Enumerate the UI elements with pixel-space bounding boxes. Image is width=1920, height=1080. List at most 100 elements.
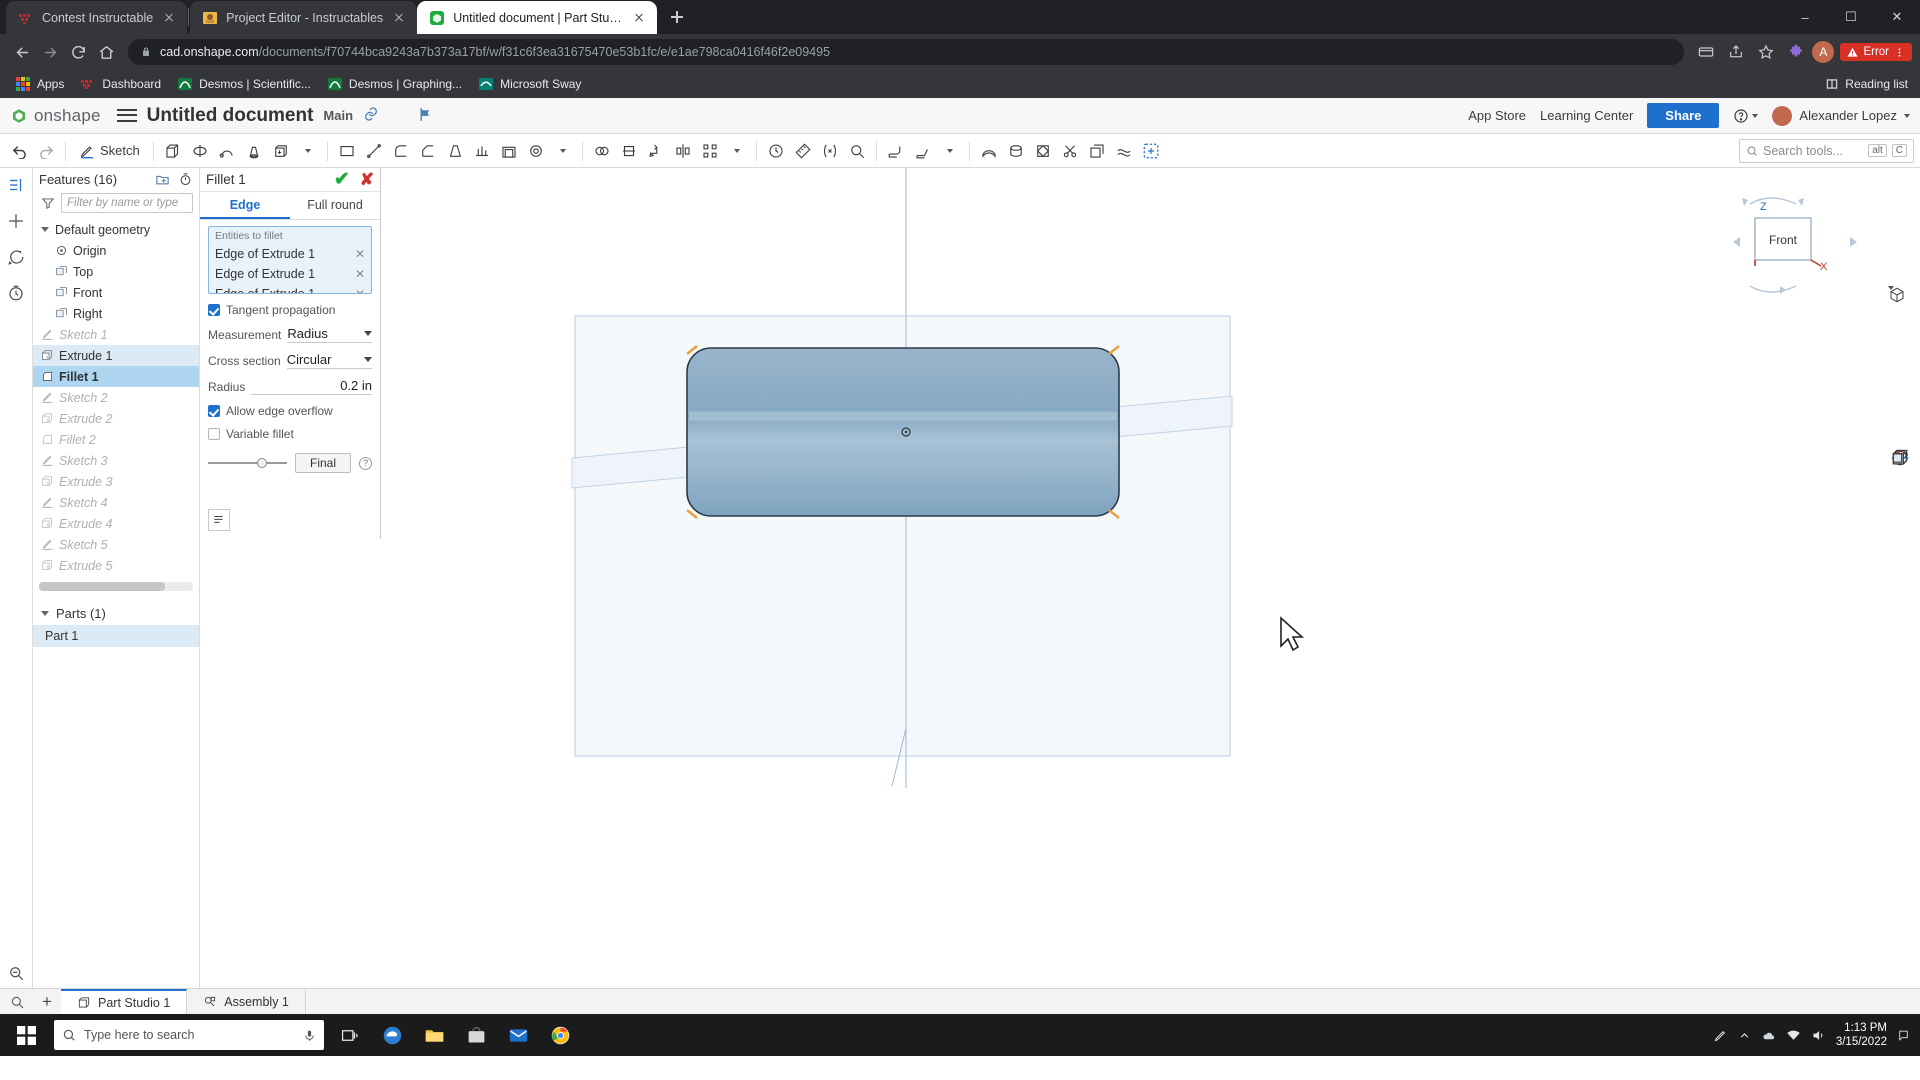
tree-item-sketch-4[interactable]: Sketch 4 — [33, 492, 199, 513]
address-bar[interactable]: cad.onshape.com/documents/f70744bca9243a… — [128, 39, 1685, 65]
preview-slider[interactable] — [208, 458, 287, 468]
bookmark-desmos-scientific[interactable]: Desmos | Scientific... — [170, 73, 318, 95]
boolean-icon[interactable] — [589, 138, 615, 164]
sketch-button[interactable]: Sketch — [72, 138, 147, 164]
measure-icon[interactable] — [790, 138, 816, 164]
reload-icon[interactable] — [64, 38, 92, 66]
allow-edge-overflow-checkbox[interactable] — [208, 405, 220, 417]
window-minimize-button[interactable]: – — [1782, 0, 1828, 34]
allow-edge-overflow-row[interactable]: Allow edge overflow — [208, 404, 372, 418]
entity-row-1[interactable]: Edge of Extrude 1 ✕ — [209, 244, 371, 264]
part-list-item[interactable]: Part 1 — [33, 625, 199, 647]
search-input[interactable]: Type here to search — [54, 1020, 324, 1050]
network-icon[interactable] — [1786, 1028, 1801, 1043]
inspect-icon[interactable] — [844, 138, 870, 164]
branch-label[interactable]: Main — [323, 108, 353, 123]
transform-icon[interactable] — [643, 138, 669, 164]
tab-edge[interactable]: Edge — [200, 192, 290, 219]
browser-tab-1[interactable]: Contest Instructable — [6, 1, 188, 34]
pattern-chevron-down-icon[interactable] — [724, 138, 750, 164]
comments-panel-icon[interactable] — [5, 246, 27, 268]
hole-icon[interactable] — [523, 138, 549, 164]
pattern-icon[interactable] — [697, 138, 723, 164]
split-icon[interactable] — [616, 138, 642, 164]
search-tools-input[interactable]: Search tools... alt C — [1739, 138, 1914, 163]
sweep-icon[interactable] — [214, 138, 240, 164]
chamfer-icon[interactable] — [415, 138, 441, 164]
volume-icon[interactable] — [1811, 1028, 1826, 1043]
section-view-icon[interactable] — [1890, 449, 1912, 496]
mirror-icon[interactable] — [670, 138, 696, 164]
tree-item-sketch-3[interactable]: Sketch 3 — [33, 450, 199, 471]
explode-view-icon[interactable] — [1890, 450, 1912, 548]
task-view-icon[interactable] — [330, 1016, 370, 1054]
variable-icon[interactable] — [817, 138, 843, 164]
document-title[interactable]: Untitled document — [147, 105, 314, 127]
tree-item-extrude-1[interactable]: Extrude 1 — [33, 345, 199, 366]
sm-chevron-down-icon[interactable] — [937, 138, 963, 164]
surface-extrude-icon[interactable] — [976, 138, 1002, 164]
new-folder-icon[interactable] — [155, 172, 170, 187]
tree-item-extrude-2[interactable]: Extrude 2 — [33, 408, 199, 429]
bookmark-apps[interactable]: Apps — [8, 73, 71, 95]
entity-row-2-remove-icon[interactable]: ✕ — [355, 267, 365, 281]
feature-list-panel-icon[interactable] — [5, 174, 27, 196]
instance-panel-icon[interactable] — [5, 210, 27, 232]
feature-tree-scrollbar[interactable] — [39, 582, 193, 591]
tree-item-origin[interactable]: Origin — [33, 240, 199, 261]
windows-icon[interactable] — [4, 1014, 48, 1056]
cross-section-select[interactable]: Circular — [286, 352, 372, 369]
filter-funnel-icon[interactable] — [41, 196, 55, 210]
entity-row-3[interactable]: Edge of Extrude 1 ✕ — [209, 284, 371, 293]
bottom-tab-part-studio-1[interactable]: Part Studio 1 — [61, 989, 188, 1014]
knit-icon[interactable] — [1111, 138, 1137, 164]
bookmark-dashboard[interactable]: Dashboard — [73, 73, 168, 95]
browser-tab-3-close-icon[interactable] — [631, 10, 647, 26]
pen-icon[interactable] — [1713, 1028, 1728, 1043]
clock-history-icon[interactable] — [763, 138, 789, 164]
measurement-select[interactable]: Radius — [287, 326, 372, 343]
main-menu-button[interactable] — [116, 108, 137, 123]
tree-item-sketch-1[interactable]: Sketch 1 — [33, 324, 199, 345]
rib-icon[interactable] — [469, 138, 495, 164]
tree-item-right[interactable]: Right — [33, 303, 199, 324]
loft-icon[interactable] — [241, 138, 267, 164]
home-icon[interactable] — [92, 38, 120, 66]
tree-item-sketch-2[interactable]: Sketch 2 — [33, 387, 199, 408]
final-button[interactable]: Final — [294, 453, 351, 473]
surface-fill-icon[interactable] — [1030, 138, 1056, 164]
clock[interactable]: 1:13 PM 3/15/2022 — [1836, 1021, 1887, 1050]
forward-icon[interactable] — [36, 38, 64, 66]
draft-icon[interactable] — [442, 138, 468, 164]
tree-item-top[interactable]: Top — [33, 261, 199, 282]
redo-icon[interactable] — [33, 138, 59, 164]
extrude-icon[interactable] — [160, 138, 186, 164]
surface-revolve-icon[interactable] — [1003, 138, 1029, 164]
more-features-chevron-down-icon[interactable] — [550, 138, 576, 164]
entity-row-3-remove-icon[interactable]: ✕ — [355, 287, 365, 293]
file-explorer-icon[interactable] — [414, 1016, 454, 1054]
tree-item-fillet-1[interactable]: Fillet 1 — [33, 366, 199, 387]
tree-item-extrude-5[interactable]: Extrude 5 — [33, 555, 199, 576]
onshape-logo[interactable]: onshape — [10, 106, 101, 126]
revolve-icon[interactable] — [187, 138, 213, 164]
axis-icon[interactable] — [361, 138, 387, 164]
help-icon[interactable] — [1733, 108, 1759, 124]
plane-icon[interactable] — [334, 138, 360, 164]
app-store-link[interactable]: App Store — [1468, 108, 1526, 123]
profile-avatar[interactable]: A — [1812, 41, 1835, 63]
tree-item-sketch-5[interactable]: Sketch 5 — [33, 534, 199, 555]
entities-to-fillet-list[interactable]: Entities to fillet Edge of Extrude 1 ✕ E… — [208, 226, 372, 294]
feature-list-toggle-icon[interactable] — [208, 509, 230, 531]
trim-icon[interactable] — [1057, 138, 1083, 164]
default-geometry-group[interactable]: Default geometry — [33, 219, 199, 240]
reading-list-button[interactable]: Reading list — [1825, 77, 1912, 91]
window-maximize-button[interactable]: ☐ — [1828, 0, 1874, 34]
history-panel-icon[interactable] — [5, 282, 27, 304]
variable-fillet-row[interactable]: Variable fillet — [208, 427, 372, 441]
microphone-icon[interactable] — [303, 1029, 316, 1042]
error-badge[interactable]: Error — [1840, 43, 1912, 61]
preview-slider-handle[interactable] — [256, 458, 267, 468]
flange-icon[interactable] — [910, 138, 936, 164]
browser-tab-2-close-icon[interactable] — [391, 10, 407, 26]
